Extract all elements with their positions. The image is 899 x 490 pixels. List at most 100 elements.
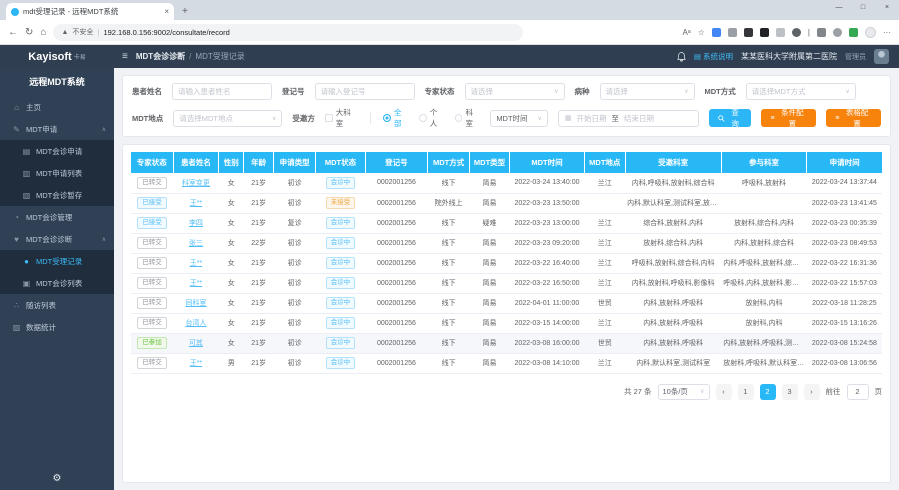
radio-personal[interactable]: 个人 [419, 107, 445, 129]
col-mdt-location[interactable]: MDT地点 [585, 152, 626, 173]
sidebar-item-mdt-manage[interactable]: ◔ MDT会诊管理 [0, 206, 114, 228]
system-help-link[interactable]: ▤ 系统说明 [694, 51, 733, 62]
avatar[interactable] [874, 49, 889, 64]
page-button-3[interactable]: 3 [782, 384, 798, 400]
sidebar-item-mdt-draft[interactable]: ▧ MDT会诊暂存 [0, 184, 114, 206]
cell-mode: 线下 [428, 213, 470, 233]
read-aloud-icon[interactable]: Aᵃ [682, 28, 690, 37]
extension-icon[interactable] [792, 28, 801, 37]
collections-icon[interactable] [833, 28, 842, 37]
goto-suffix: 页 [875, 386, 883, 397]
expert-status-select[interactable]: 请选择 ∨ [465, 83, 565, 100]
sidebar-item-mdt-apply-list[interactable]: ▥ MDT申请列表 [0, 162, 114, 184]
user-role: 管理员 [845, 52, 866, 62]
patient-name-link[interactable]: 王** [190, 260, 202, 267]
sidebar-item-mdt-consult-apply[interactable]: ▤ MDT会诊申请 [0, 140, 114, 162]
sidebar-item-mdt-accept-record[interactable]: ● MDT受理记录 [0, 250, 114, 272]
total-count: 共 27 条 [624, 386, 652, 397]
more-menu-icon[interactable]: ··· [883, 28, 891, 37]
cell-age: 21岁 [244, 313, 274, 333]
disease-select[interactable]: 请选择 ∨ [600, 83, 695, 100]
table-config-button[interactable]: ≡ 表格配置 [826, 109, 881, 127]
sidebar-group-mdt-diagnose[interactable]: ♥ MDT会诊诊断 ∧ [0, 228, 114, 250]
extension-icon[interactable] [776, 28, 785, 37]
mdt-location-select[interactable]: 请选择MDT地点 ∨ [173, 110, 282, 127]
sidebar-group-mdt-apply[interactable]: ✎ MDT申请 ∧ [0, 118, 114, 140]
minimize-button[interactable]: — [827, 0, 851, 14]
col-gender[interactable]: 性别 [219, 152, 244, 173]
radio-dept[interactable]: 科室 [455, 107, 481, 129]
page-size-select[interactable]: 10条/页 ∨ [658, 384, 710, 400]
radio-all[interactable]: 全部 [383, 107, 409, 129]
patient-name-link[interactable]: 王** [190, 200, 202, 207]
cell-apply_type: 复诊 [274, 213, 316, 233]
col-mdt-status[interactable]: MDT状态 [316, 152, 366, 173]
col-mdt-mode[interactable]: MDT方式 [428, 152, 470, 173]
col-apply-time[interactable]: 申请时间 [807, 152, 882, 173]
sidebar-item-label: MDT会诊暂存 [36, 190, 82, 201]
register-no-input[interactable] [315, 83, 415, 100]
extension-icon[interactable] [760, 28, 769, 37]
browser-tab[interactable]: mdt受理记录 - 远程MDT系统 × [6, 3, 174, 20]
condition-config-button[interactable]: ≡ 条件配置 [761, 109, 816, 127]
condition-config-label: 条件配置 [778, 107, 808, 129]
sidebar-item-mdt-consult-list[interactable]: ▣ MDT会诊列表 [0, 272, 114, 294]
extension-badge-icon[interactable] [849, 28, 858, 37]
col-invited-depts[interactable]: 受邀科室 [625, 152, 721, 173]
close-button[interactable]: × [875, 0, 899, 14]
patient-name-link[interactable]: 李四 [189, 220, 203, 227]
new-tab-button[interactable]: + [182, 6, 188, 17]
browser-profile-avatar[interactable] [865, 27, 876, 38]
search-button[interactable]: 查询 [709, 109, 752, 127]
favorite-icon[interactable]: ☆ [698, 28, 705, 37]
home-icon[interactable]: ⌂ [40, 27, 46, 38]
cell-apply_time: 2022-03-22 15:57:03 [807, 273, 882, 293]
col-joined-depts[interactable]: 参与科室 [721, 152, 807, 173]
patient-name-link[interactable]: 王** [190, 360, 202, 367]
col-expert-status[interactable]: 专家状态 [131, 152, 173, 173]
cell-apply_type: 初诊 [274, 193, 316, 213]
restore-button[interactable]: □ [851, 0, 875, 14]
col-age[interactable]: 年龄 [244, 152, 274, 173]
mdt-mode-select[interactable]: 请选择MDT方式 ∨ [746, 83, 856, 100]
patient-name-link[interactable]: 同科室 [185, 300, 206, 307]
big-dept-checkbox[interactable]: 大科室 [325, 107, 358, 129]
col-register-no[interactable]: 登记号 [365, 152, 427, 173]
cell-location: 世贸 [585, 333, 626, 353]
back-icon[interactable]: ← [8, 27, 18, 38]
sidebar-item-followup-list[interactable]: ∴ 随访列表 [0, 294, 114, 316]
goto-page-input[interactable]: 2 [847, 384, 869, 400]
cell-mdt_time: 2022-03-23 13:00:00 [509, 213, 584, 233]
date-range-picker[interactable]: ▦ 开始日期 至 结束日期 [558, 110, 699, 127]
page-button-1[interactable]: 1 [738, 384, 754, 400]
reload-icon[interactable]: ↻ [25, 27, 33, 38]
cell-mdt_time: 2022-04-01 11:00:00 [509, 293, 584, 313]
col-patient-name[interactable]: 患者姓名 [173, 152, 219, 173]
patient-name-link[interactable]: 张三 [189, 240, 203, 247]
col-apply-type[interactable]: 申请类型 [274, 152, 316, 173]
col-mdt-time[interactable]: MDT时间 [509, 152, 584, 173]
address-bar[interactable]: ▲ 不安全 | 192.168.0.156:9002/consultate/re… [53, 24, 523, 41]
prev-page-button[interactable]: ‹ [716, 384, 732, 400]
next-page-button[interactable]: › [804, 384, 820, 400]
patient-name-link[interactable]: 科室变更 [182, 180, 210, 187]
tab-close-icon[interactable]: × [164, 7, 169, 16]
patient-name-input[interactable] [172, 83, 272, 100]
patient-name-link[interactable]: 台湾人 [185, 320, 206, 327]
time-type-select[interactable]: MDT时间 ∨ [490, 110, 548, 127]
sidebar-item-home[interactable]: ⌂ 主页 [0, 96, 114, 118]
breadcrumb-parent[interactable]: MDT会诊诊断 [136, 51, 185, 62]
split-screen-icon[interactable] [817, 28, 826, 37]
sidebar-item-data-stats[interactable]: ▨ 数据统计 [0, 316, 114, 338]
col-mdt-type[interactable]: MDT类型 [470, 152, 510, 173]
patient-name-link[interactable]: 王** [190, 280, 202, 287]
bell-icon[interactable] [677, 52, 686, 62]
patient-name-link[interactable]: 可其 [189, 340, 203, 347]
settings-gear-icon[interactable]: ⚙ [0, 473, 114, 484]
extension-icon[interactable] [728, 28, 737, 37]
extension-icon[interactable] [744, 28, 753, 37]
expert-status-badge: 已接受 [137, 217, 167, 229]
collapse-menu-icon[interactable]: ≡ [122, 51, 128, 62]
extension-icon[interactable] [712, 28, 721, 37]
page-button-2[interactable]: 2 [760, 384, 776, 400]
